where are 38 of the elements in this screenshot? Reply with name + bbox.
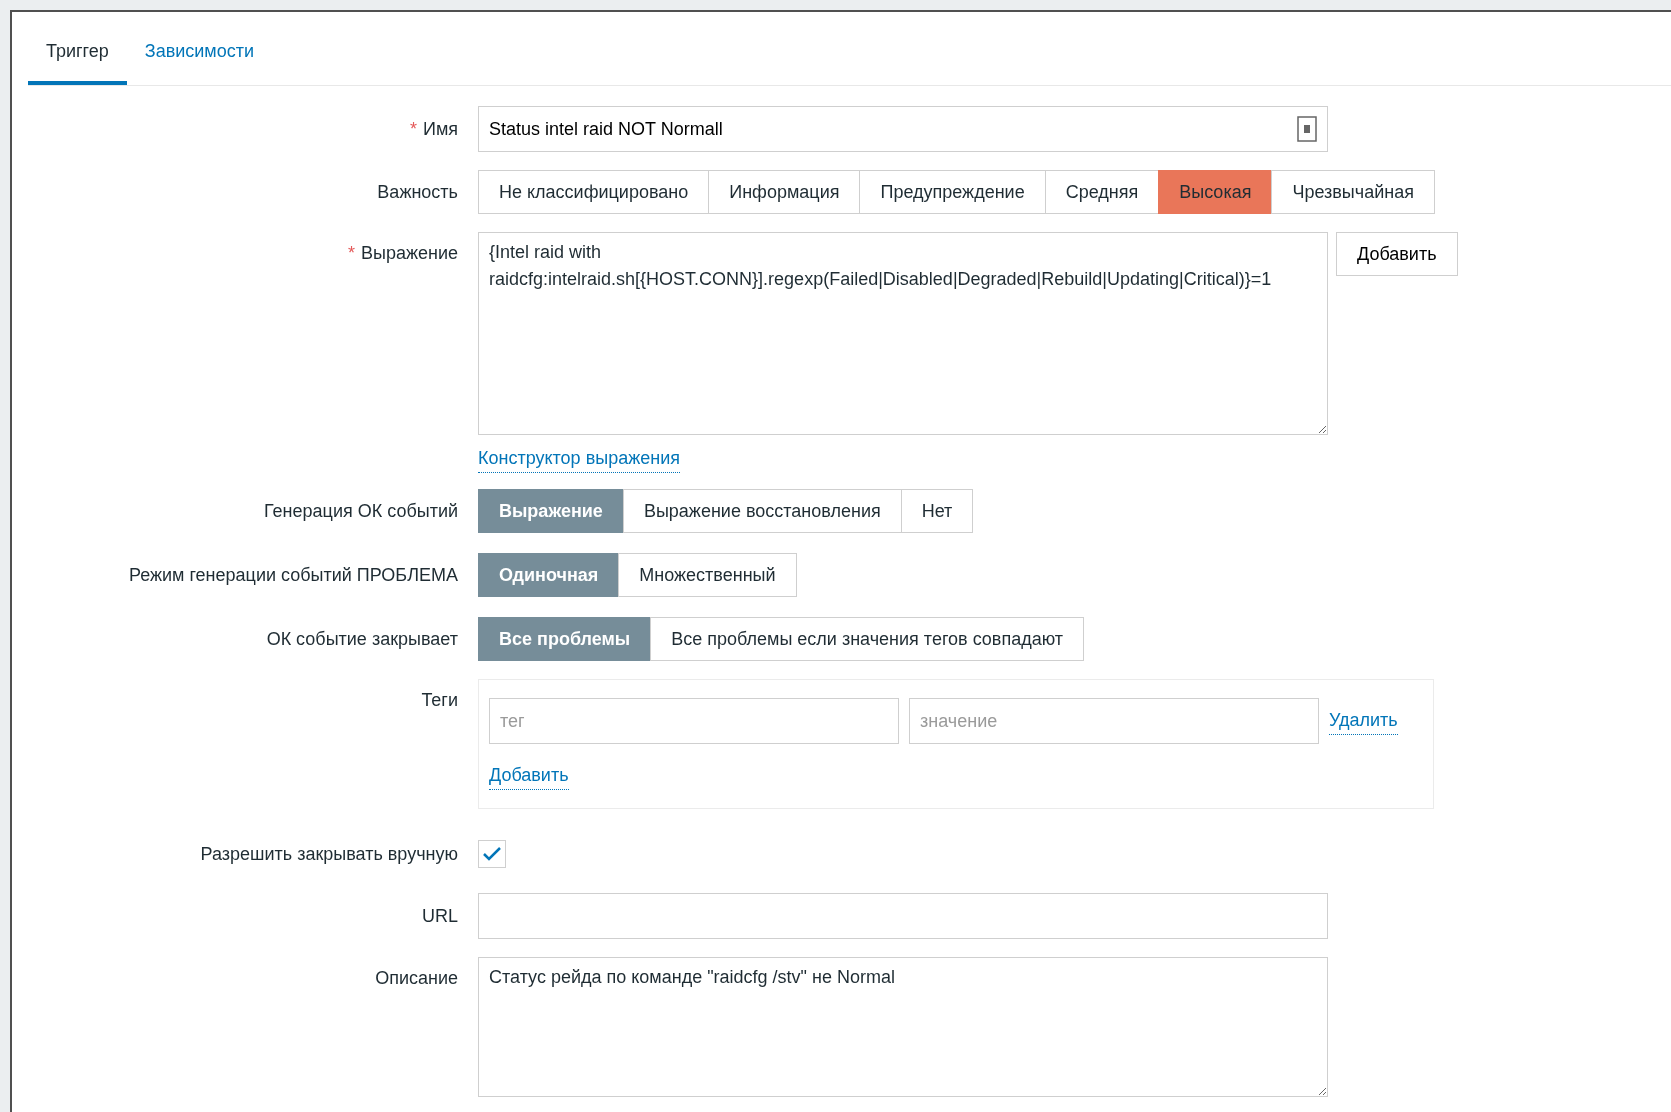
toggle-option[interactable]: Чрезвычайная <box>1271 170 1435 214</box>
toggle-option[interactable]: Нет <box>900 489 974 533</box>
add-button[interactable]: Добавить <box>1336 232 1458 276</box>
tab[interactable]: Зависимости <box>126 21 273 85</box>
remove-link[interactable]: Удалить <box>1329 707 1398 735</box>
field-label: ОК событие закрывает <box>266 627 458 651</box>
field-label: Выражение <box>360 242 458 265</box>
toggle-option[interactable]: Высокая <box>1158 170 1273 214</box>
toggle-option[interactable]: Предупреждение <box>859 170 1046 214</box>
field-label: Важность <box>377 180 458 204</box>
name-value: Status intel raid NOT Normall <box>489 117 723 141</box>
expression-textarea[interactable]: {Intel raid with raidcfg:intelraid.sh[{HOST.CONN}].regexp(Failed|Disabled|Degraded|Rebuild|Updating|Critical)}=1 <box>478 232 1328 435</box>
field-label: Разрешить закрывать вручную <box>200 842 458 866</box>
checkbox[interactable] <box>478 840 506 868</box>
url-input[interactable] <box>478 893 1328 939</box>
description-textarea[interactable]: Статус рейда по команде "raidcfg /stv" не Normal <box>478 957 1328 1097</box>
expression-constructor-link[interactable]: Конструктор выражения <box>478 445 680 473</box>
field-label: Описание <box>375 967 458 990</box>
field-label: Генерация ОК событий <box>264 499 458 523</box>
toggle-option[interactable]: Средняя <box>1044 170 1160 214</box>
check-icon <box>482 846 502 862</box>
field-label: Имя <box>422 117 458 141</box>
tag-input[interactable]: тег <box>489 698 899 744</box>
field-label: URL <box>422 904 458 928</box>
toggle-option[interactable]: Множественный <box>618 553 797 597</box>
toggle-option[interactable]: Выражение восстановления <box>622 489 902 533</box>
field-label: Режим генерации событий ПРОБЛЕМА <box>128 563 458 587</box>
add-tag-link[interactable]: Добавить <box>489 762 569 790</box>
document-icon[interactable] <box>1297 116 1317 142</box>
toggle-option[interactable]: Все проблемы если значения тегов совпадают <box>650 617 1085 661</box>
toggle-option[interactable]: Информация <box>708 170 861 214</box>
name-input[interactable]: Status intel raid NOT Normall <box>478 106 1328 152</box>
toggle-option[interactable]: Не классифицировано <box>478 170 710 214</box>
required-asterisk: * <box>347 242 355 265</box>
field-label: Теги <box>421 689 458 712</box>
tag-value-input[interactable]: значение <box>909 698 1319 744</box>
required-asterisk: * <box>409 117 417 141</box>
tab[interactable]: Триггер <box>28 21 127 85</box>
